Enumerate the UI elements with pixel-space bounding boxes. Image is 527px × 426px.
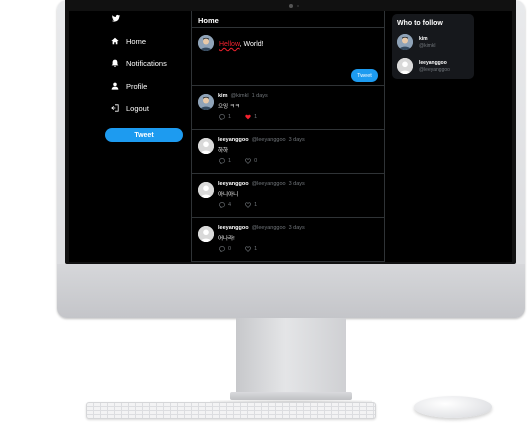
compose-text-rest: , World! [239, 41, 264, 48]
avatar [397, 34, 413, 50]
comment-count: 1 [228, 158, 232, 164]
tweet-item[interactable]: leeyanggoo @leeyanggoo 3 days 하하 1 0 [192, 130, 384, 174]
tweet-author-handle: @leeyanggoo [251, 181, 286, 187]
avatar [198, 35, 214, 51]
like-button[interactable]: 1 [245, 114, 257, 120]
tweet-actions: 0 1 [219, 246, 271, 252]
comment-count: 0 [228, 246, 232, 252]
heart-filled-icon [245, 114, 251, 120]
like-count: 1 [254, 114, 258, 120]
tweet-author-handle: @leeyanggoo [251, 137, 286, 143]
sidebar-item-label: Profile [126, 81, 148, 91]
avatar[interactable] [198, 138, 214, 154]
twitter-bird-icon[interactable] [111, 14, 121, 23]
follow-suggestion[interactable]: leeyanggoo @leeyanggoo [397, 58, 471, 76]
like-button[interactable]: 0 [245, 158, 257, 164]
tweet-actions: 4 1 [219, 202, 271, 208]
like-count: 1 [254, 246, 258, 252]
sidebar-item-home[interactable]: Home [110, 34, 146, 48]
camera-sensor [297, 5, 299, 7]
tweet-time: 3 days [288, 225, 305, 231]
suggestion-handle: @leeyanggoo [419, 67, 450, 73]
heart-icon [245, 202, 252, 208]
tweet-item[interactable]: kim @kimkl 1 days 으잉 ㅋㅋ 1 1 [192, 86, 384, 130]
tweet-header: leeyanggoo @leeyanggoo 3 days [218, 181, 305, 187]
page-title: Home [198, 16, 219, 25]
heart-icon [245, 158, 252, 164]
compose-box: Hellow, World! Tweet [192, 27, 384, 86]
follow-suggestion[interactable]: kim @kimkl [397, 34, 471, 52]
like-button[interactable]: 1 [245, 202, 257, 208]
sidebar-item-logout[interactable]: Logout [110, 101, 149, 115]
camera-icon [289, 4, 293, 8]
sidebar-item-profile[interactable]: Profile [110, 79, 147, 93]
like-count: 1 [254, 202, 258, 208]
avatar [397, 58, 413, 74]
logout-icon [110, 103, 120, 113]
like-count: 0 [254, 158, 258, 164]
comment-icon [219, 114, 225, 120]
comment-count: 1 [228, 114, 232, 120]
keyboard [86, 402, 376, 419]
tweet-time: 1 days [251, 93, 268, 99]
comment-icon [219, 246, 225, 252]
compose-input[interactable]: Hellow, World! [219, 41, 264, 48]
tweet-author-name[interactable]: leeyanggoo [218, 137, 249, 143]
tweet-time: 3 days [288, 181, 305, 187]
tweet-actions: 1 1 [219, 114, 271, 120]
mouse [414, 396, 492, 418]
tweet-text: 어나라! [218, 236, 235, 242]
sidebar-item-label: Notifications [126, 58, 167, 68]
app-screen: Home Notifications Profile Logout Tweet … [69, 11, 512, 262]
tweet-header: kim @kimkl 1 days [218, 93, 268, 99]
sidebar: Home Notifications Profile Logout Tweet [69, 11, 191, 262]
tweet-author-name[interactable]: leeyanggoo [218, 225, 249, 231]
imac-stand [236, 318, 346, 396]
avatar[interactable] [198, 226, 214, 242]
who-to-follow-title: Who to follow [397, 20, 443, 27]
tweet-author-name[interactable]: kim [218, 93, 227, 99]
tweet-button[interactable]: Tweet [105, 128, 183, 142]
comment-count: 4 [228, 202, 232, 208]
imac-chin [57, 264, 525, 318]
tweet-item[interactable]: leeyanggoo @leeyanggoo 3 days 어나라! 0 1 [192, 218, 384, 262]
suggestion-name: kim [419, 36, 428, 42]
tweet-time: 3 days [288, 137, 305, 143]
like-button[interactable]: 1 [245, 246, 257, 252]
comment-icon [219, 158, 225, 164]
suggestion-name: leeyanggoo [419, 60, 447, 66]
tweet-author-name[interactable]: leeyanggoo [218, 181, 249, 187]
tweet-text: 아니아니 [218, 192, 239, 198]
suggestion-handle: @kimkl [419, 43, 436, 49]
comment-icon [219, 202, 225, 208]
comment-button[interactable]: 4 [219, 202, 231, 208]
tweet-text: 으잉 ㅋㅋ [218, 104, 240, 110]
tweet-text: 하하 [218, 148, 229, 154]
tweet-author-handle: @leeyanggoo [251, 225, 286, 231]
tweet-header: leeyanggoo @leeyanggoo 3 days [218, 225, 305, 231]
tweet-item[interactable]: leeyanggoo @leeyanggoo 3 days 아니아니 4 1 [192, 174, 384, 218]
tweet-actions: 1 0 [219, 158, 271, 164]
comment-button[interactable]: 1 [219, 158, 231, 164]
main-feed: Home Hellow, World! Tweet kim @kimkl 1 day… [191, 11, 385, 262]
tweet-header: leeyanggoo @leeyanggoo 3 days [218, 137, 305, 143]
sidebar-item-label: Logout [126, 103, 149, 113]
home-icon [110, 36, 120, 46]
comment-button[interactable]: 0 [219, 246, 231, 252]
compose-tweet-button[interactable]: Tweet [351, 69, 378, 82]
sidebar-item-notifications[interactable]: Notifications [110, 56, 167, 70]
bell-icon [110, 58, 120, 68]
sidebar-item-label: Home [126, 36, 147, 46]
who-to-follow-panel: Who to follow kim @kimkl leeyanggoo @lee… [392, 14, 474, 79]
avatar[interactable] [198, 94, 214, 110]
avatar[interactable] [198, 182, 214, 198]
comment-button[interactable]: 1 [219, 114, 231, 120]
heart-icon [245, 246, 252, 252]
tweet-author-handle: @kimkl [230, 93, 249, 99]
imac-stand-foot [230, 392, 352, 400]
person-icon [110, 81, 120, 91]
spellcheck-word: Hellow [219, 41, 240, 48]
